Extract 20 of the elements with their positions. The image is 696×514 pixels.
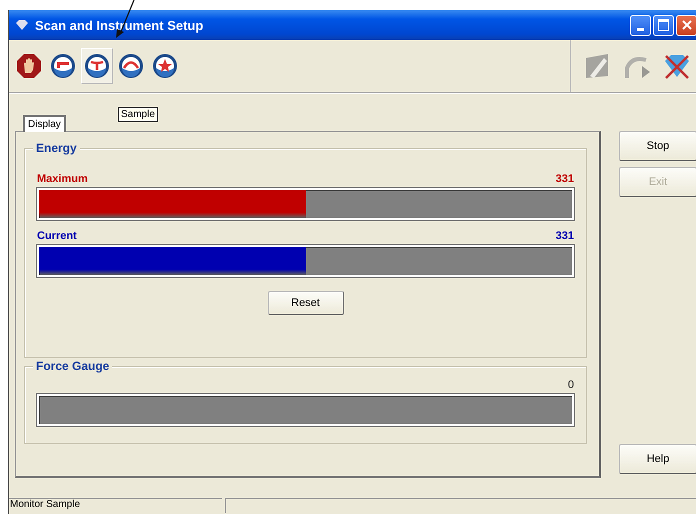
toolbar-button[interactable] bbox=[81, 48, 113, 84]
group-title: Energy bbox=[33, 141, 80, 155]
minimize-button[interactable] bbox=[630, 14, 651, 36]
help-button[interactable]: Help bbox=[619, 444, 696, 474]
meter-label: Current bbox=[37, 230, 77, 242]
maximize-button[interactable] bbox=[653, 14, 674, 36]
stop-button[interactable]: Stop bbox=[619, 131, 696, 161]
gauge-reading: 0 bbox=[568, 379, 574, 391]
meter-reading: 331 bbox=[556, 230, 574, 242]
meter-reading: 331 bbox=[556, 173, 574, 185]
status-text: Monitor Sample bbox=[9, 498, 222, 511]
close-icon bbox=[682, 20, 692, 30]
crossed-gem-icon bbox=[662, 52, 692, 80]
meter-label: Maximum bbox=[37, 173, 88, 185]
group-title: Force Gauge bbox=[33, 359, 112, 373]
close-button[interactable] bbox=[676, 14, 696, 36]
app-icon bbox=[15, 20, 29, 30]
reset-button[interactable]: Reset bbox=[268, 291, 344, 315]
display-tab[interactable]: Display bbox=[23, 115, 66, 132]
tooltip: Sample bbox=[118, 107, 158, 122]
